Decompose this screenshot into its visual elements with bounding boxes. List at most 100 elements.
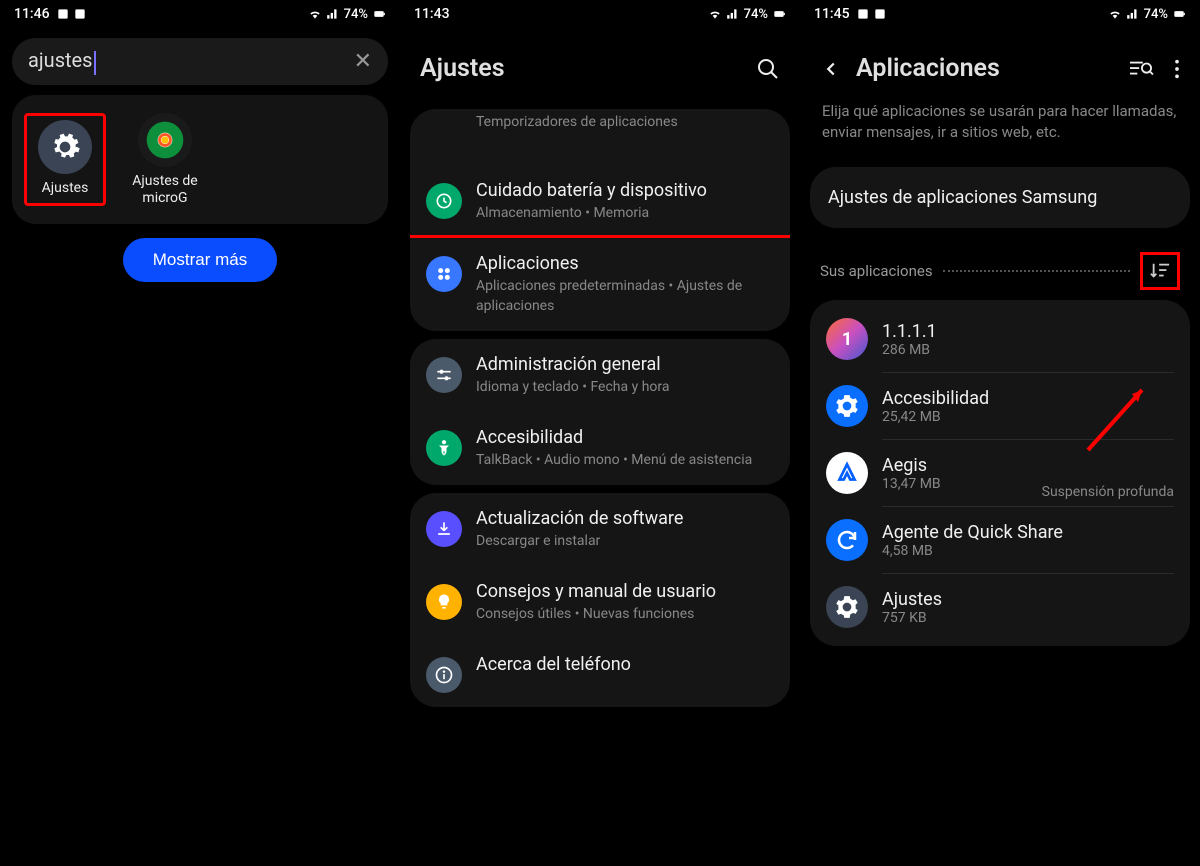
apps-grid-icon xyxy=(434,264,454,284)
sync-icon xyxy=(835,528,859,552)
app-size: 4,58 MB xyxy=(882,543,1174,559)
app-result-ajustes[interactable]: Ajustes xyxy=(24,113,106,207)
app-label: Ajustes xyxy=(42,180,89,197)
microg-gear-icon xyxy=(143,118,187,162)
search-value: ajustes xyxy=(28,48,92,72)
item-title: Accesibilidad xyxy=(476,426,774,449)
screen-apps: 11:45 74% Aplicaciones Elija qué aplicac… xyxy=(800,0,1200,866)
screen-search: 11:46 74% ajustes ✕ Ajustes xyxy=(0,0,400,866)
app-name: Ajustes xyxy=(882,589,1174,610)
app-row-ajustes[interactable]: Ajustes 757 KB xyxy=(810,574,1190,640)
status-bar: 11:45 74% xyxy=(800,0,1200,28)
signal-icon xyxy=(1126,7,1140,21)
app-size: 757 KB xyxy=(882,610,1174,626)
status-time: 11:46 xyxy=(14,6,50,22)
sort-icon xyxy=(1149,261,1171,281)
status-bar: 11:46 74% xyxy=(0,0,400,28)
settings-item-apps[interactable]: Aplicaciones Aplicaciones predeterminada… xyxy=(410,235,790,331)
app-name: Agente de Quick Share xyxy=(882,522,1174,543)
search-results-card: Ajustes Ajustes de microG xyxy=(12,95,388,225)
status-notification-icons xyxy=(856,7,887,21)
item-title: Aplicaciones xyxy=(476,252,774,275)
app-list: 1 1.1.1.1 286 MB Accesibilidad 25,42 MB xyxy=(810,300,1190,646)
signal-icon xyxy=(726,7,740,21)
app-row-quickshare[interactable]: Agente de Quick Share 4,58 MB xyxy=(810,507,1190,573)
item-subtitle: Consejos útiles • Nuevas funciones xyxy=(476,605,774,625)
app-size: 286 MB xyxy=(882,342,1174,358)
battery-percent: 74% xyxy=(744,7,768,22)
wifi-icon xyxy=(708,7,722,21)
battery-percent: 74% xyxy=(344,7,368,22)
battery-care-icon xyxy=(434,191,454,211)
app-row-accesibilidad[interactable]: Accesibilidad 25,42 MB xyxy=(810,373,1190,439)
search-input[interactable]: ajustes ✕ xyxy=(12,38,388,85)
apps-description: Elija qué aplicaciones se usarán para ha… xyxy=(800,101,1200,143)
item-title: Acerca del teléfono xyxy=(476,653,774,676)
settings-item-software-update[interactable]: Actualización de software Descargar e in… xyxy=(410,493,790,566)
your-apps-header: Sus aplicaciones xyxy=(800,238,1200,296)
item-title: Actualización de software xyxy=(476,507,774,530)
samsung-settings-label: Ajustes de aplicaciones Samsung xyxy=(828,187,1097,208)
gear-icon xyxy=(834,594,860,620)
back-button[interactable] xyxy=(820,58,842,80)
search-icon[interactable] xyxy=(756,57,780,81)
settings-item-battery[interactable]: Cuidado batería y dispositivo Almacenami… xyxy=(410,165,790,238)
settings-item-partial[interactable]: Temporizadores de aplicaciones xyxy=(410,109,790,165)
battery-icon xyxy=(372,7,386,21)
status-bar: 11:43 74% xyxy=(400,0,800,28)
settings-card-3: Actualización de software Descargar e in… xyxy=(410,493,790,707)
settings-item-general[interactable]: Administración general Idioma y teclado … xyxy=(410,339,790,412)
app-row-1111[interactable]: 1 1.1.1.1 286 MB xyxy=(810,306,1190,372)
item-subtitle: Descargar e instalar xyxy=(476,532,774,552)
app-badge: Suspensión profunda xyxy=(1042,484,1174,500)
show-more-button[interactable]: Mostrar más xyxy=(123,238,277,282)
item-subtitle: Almacenamiento • Memoria xyxy=(476,204,774,224)
wifi-icon xyxy=(308,7,322,21)
page-header: Ajustes xyxy=(400,28,800,101)
battery-icon xyxy=(1172,7,1186,21)
sort-button[interactable] xyxy=(1140,252,1180,290)
more-icon[interactable] xyxy=(1174,58,1180,80)
item-subtitle: Idioma y teclado • Fecha y hora xyxy=(476,378,774,398)
item-subtitle: Aplicaciones predeterminadas • Ajustes d… xyxy=(476,277,774,316)
app-name: Accesibilidad xyxy=(882,388,1174,409)
page-title: Ajustes xyxy=(420,54,505,83)
lightbulb-icon xyxy=(434,592,454,612)
samsung-app-settings[interactable]: Ajustes de aplicaciones Samsung xyxy=(810,167,1190,228)
settings-item-tips[interactable]: Consejos y manual de usuario Consejos út… xyxy=(410,566,790,639)
item-title: Administración general xyxy=(476,353,774,376)
signal-icon xyxy=(326,7,340,21)
clear-search-icon[interactable]: ✕ xyxy=(354,49,372,74)
info-icon xyxy=(434,665,454,685)
sliders-icon xyxy=(434,365,454,385)
gear-icon xyxy=(834,393,860,419)
settings-item-accessibility[interactable]: Accesibilidad TalkBack • Audio mono • Me… xyxy=(410,412,790,485)
status-time: 11:43 xyxy=(414,6,450,22)
filter-search-icon[interactable] xyxy=(1128,58,1154,80)
status-notification-icons xyxy=(56,7,87,21)
accessibility-icon xyxy=(434,438,454,458)
status-time: 11:45 xyxy=(814,6,850,22)
your-apps-label: Sus aplicaciones xyxy=(820,262,933,280)
app-name: 1.1.1.1 xyxy=(882,321,1174,342)
page-header: Aplicaciones xyxy=(800,28,1200,101)
app-name: Aegis xyxy=(882,455,1174,476)
item-title: Consejos y manual de usuario xyxy=(476,580,774,603)
app-size: 25,42 MB xyxy=(882,409,1174,425)
item-title: Cuidado batería y dispositivo xyxy=(476,179,774,202)
app-row-aegis[interactable]: Aegis 13,47 MB Suspensión profunda xyxy=(810,440,1190,506)
item-subtitle: TalkBack • Audio mono • Menú de asistenc… xyxy=(476,451,774,471)
app-label: Ajustes de microG xyxy=(124,173,206,207)
wifi-icon xyxy=(1108,7,1122,21)
settings-card-1: Temporizadores de aplicaciones Cuidado b… xyxy=(410,109,790,331)
gear-icon xyxy=(49,131,81,163)
download-icon xyxy=(434,519,454,539)
settings-card-2: Administración general Idioma y teclado … xyxy=(410,339,790,485)
divider-dotted xyxy=(943,270,1130,272)
settings-item-about[interactable]: Acerca del teléfono xyxy=(410,639,790,707)
page-title: Aplicaciones xyxy=(856,54,1000,83)
app-icon-1111: 1 xyxy=(842,329,852,350)
screen-settings: 11:43 74% Ajustes Temporizadores de apli… xyxy=(400,0,800,866)
app-result-microg[interactable]: Ajustes de microG xyxy=(124,113,206,207)
text-cursor xyxy=(94,51,96,75)
